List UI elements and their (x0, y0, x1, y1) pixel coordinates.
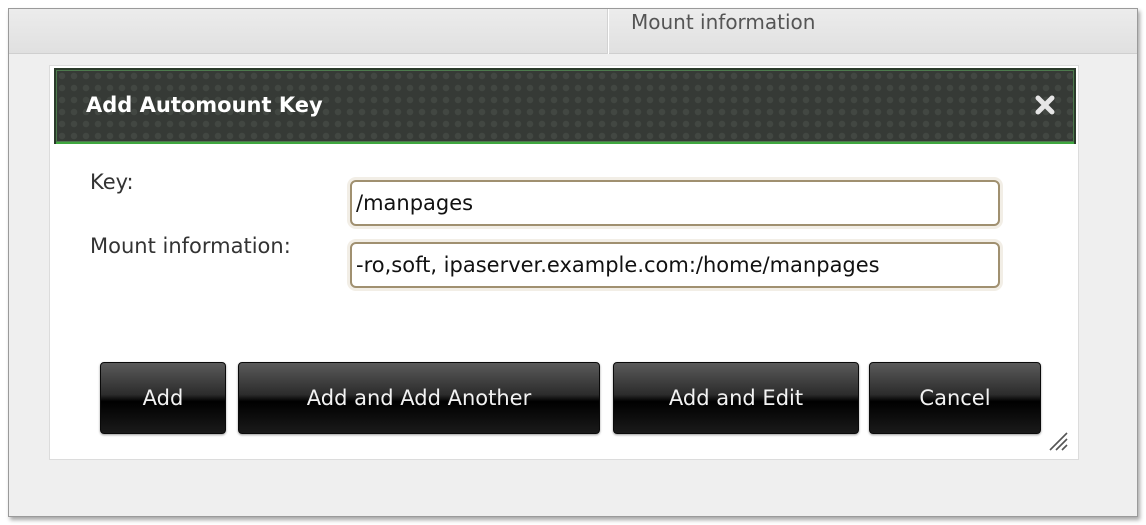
app-window: Mount information Add Automount Key Key:… (8, 8, 1138, 517)
cancel-button[interactable]: Cancel (869, 362, 1041, 434)
close-icon (1035, 95, 1055, 115)
key-input[interactable] (350, 180, 1000, 226)
column-header-mount-information: Mount information (631, 10, 816, 34)
add-button[interactable]: Add (100, 362, 226, 434)
add-and-edit-button[interactable]: Add and Edit (613, 362, 859, 434)
resize-grip-icon[interactable] (1046, 429, 1068, 451)
add-automount-key-dialog: Add Automount Key Key: Mount information… (49, 65, 1079, 460)
mount-information-label: Mount information: (90, 234, 291, 258)
dialog-title: Add Automount Key (86, 93, 323, 117)
key-label: Key: (90, 170, 134, 194)
mount-information-input[interactable] (350, 242, 1000, 288)
add-and-add-another-button[interactable]: Add and Add Another (238, 362, 600, 434)
column-divider (607, 9, 609, 54)
close-button[interactable] (1030, 90, 1060, 120)
table-header: Mount information (9, 9, 1137, 54)
dialog-titlebar[interactable]: Add Automount Key (54, 68, 1076, 144)
